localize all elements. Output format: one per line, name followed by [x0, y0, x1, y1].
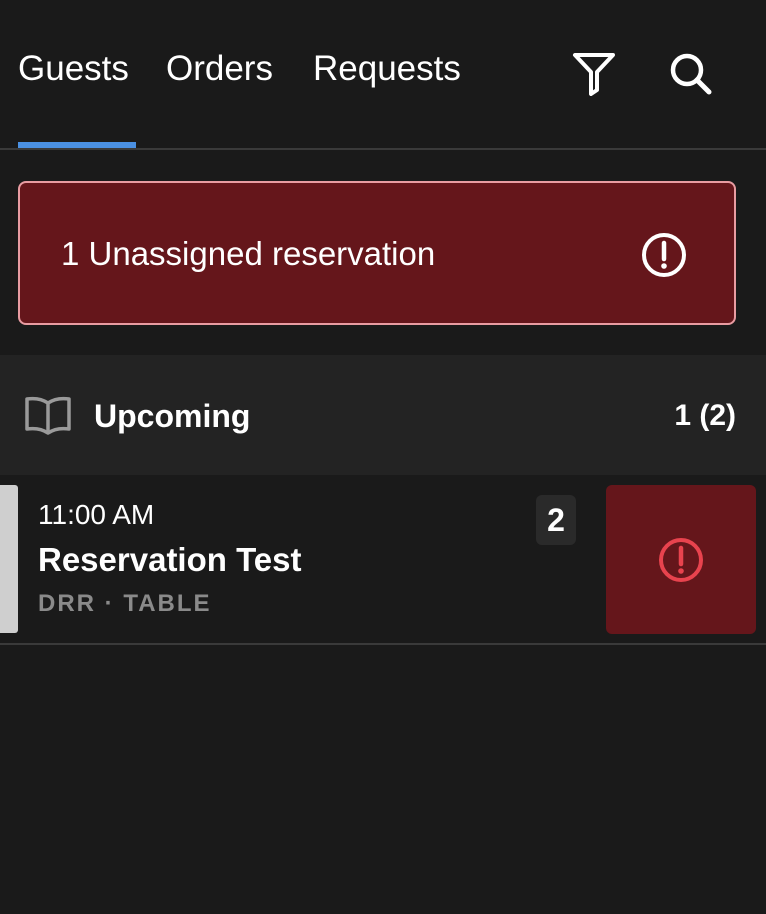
- section-count: 1 (2): [674, 399, 736, 432]
- reservation-status-button[interactable]: [606, 485, 756, 634]
- reservation-meta: DRR · TABLE: [38, 590, 212, 617]
- unassigned-reservation-alert[interactable]: 1 Unassigned reservation: [18, 181, 736, 325]
- top-tab-bar: Guests Orders Requests: [0, 0, 766, 150]
- search-icon[interactable]: [667, 50, 713, 96]
- tab-requests[interactable]: Requests: [313, 48, 461, 90]
- tab-guests[interactable]: Guests: [18, 48, 129, 90]
- reservation-time: 11:00 AM: [38, 499, 155, 530]
- reservation-name: Reservation Test: [38, 541, 302, 578]
- app-root: Guests Orders Requests 1 Unassigned rese…: [0, 0, 766, 914]
- reservation-status-bar: [0, 485, 18, 633]
- active-tab-indicator: [18, 142, 136, 148]
- reservation-row[interactable]: 11:00 AM Reservation Test DRR · TABLE 2: [0, 475, 766, 645]
- alert-circle-icon: [659, 538, 703, 582]
- party-size-badge: 2: [536, 495, 576, 545]
- book-icon: [25, 396, 71, 435]
- alert-text: 1 Unassigned reservation: [61, 235, 436, 272]
- section-title: Upcoming: [94, 398, 251, 434]
- filter-icon[interactable]: [571, 50, 617, 96]
- tab-orders[interactable]: Orders: [166, 48, 273, 90]
- alert-circle-icon: [642, 233, 686, 277]
